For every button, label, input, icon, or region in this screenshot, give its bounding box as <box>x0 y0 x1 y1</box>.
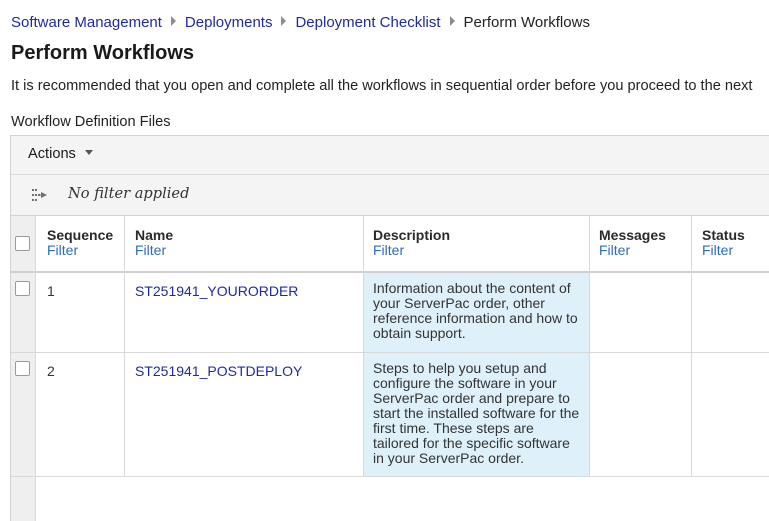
column-divider <box>363 216 364 477</box>
actions-menu-button[interactable]: Actions <box>28 146 93 162</box>
filter-link-description[interactable]: Filter <box>373 242 404 258</box>
column-title-status: Status <box>702 227 745 243</box>
filter-link-sequence[interactable]: Filter <box>47 242 78 258</box>
column-title-name: Name <box>135 227 174 243</box>
intro-text: It is recommended that you open and comp… <box>11 78 753 94</box>
filter-icon[interactable] <box>30 185 52 207</box>
workflow-name-link[interactable]: ST251941_YOURORDER <box>135 283 298 299</box>
column-divider <box>35 216 36 477</box>
column-title-sequence: Sequence <box>47 227 114 243</box>
filter-bar: No filter applied <box>11 175 769 216</box>
select-all-checkbox[interactable] <box>15 236 30 251</box>
table-toolbar: Actions <box>11 136 769 175</box>
breadcrumb-deployments[interactable]: Deployments <box>185 14 273 31</box>
column-divider <box>589 216 590 477</box>
workflow-name-link[interactable]: ST251941_POSTDEPLOY <box>135 363 302 379</box>
column-divider <box>35 477 36 521</box>
workflow-table: Actions No filter applied Sequence Filte… <box>10 135 769 521</box>
column-divider <box>124 216 125 477</box>
filter-status-text: No filter applied <box>68 185 190 202</box>
column-title-messages: Messages <box>599 227 666 243</box>
row-checkbox[interactable] <box>15 281 30 296</box>
sequence-cell: 1 <box>47 283 55 299</box>
breadcrumb-current: Perform Workflows <box>463 14 590 31</box>
sequence-cell: 2 <box>47 363 55 379</box>
page-title: Perform Workflows <box>11 42 194 64</box>
filter-link-messages[interactable]: Filter <box>599 242 630 258</box>
filter-link-name[interactable]: Filter <box>135 242 166 258</box>
chevron-right-icon <box>281 16 287 26</box>
chevron-right-icon <box>170 16 176 26</box>
breadcrumb-software-management[interactable]: Software Management <box>11 14 162 31</box>
select-column-empty <box>11 477 35 521</box>
description-cell: Information about the content of your Se… <box>363 273 589 352</box>
description-text: Steps to help you setup and configure th… <box>373 360 580 466</box>
column-title-description: Description <box>373 227 451 243</box>
filter-link-status[interactable]: Filter <box>702 242 733 258</box>
section-label: Workflow Definition Files <box>11 114 171 130</box>
actions-label: Actions <box>28 146 76 162</box>
description-cell: Steps to help you setup and configure th… <box>363 353 589 476</box>
breadcrumb: Software Management Deployments Deployment… <box>11 14 590 31</box>
column-divider <box>691 216 692 477</box>
description-text: Information about the content of your Se… <box>373 280 578 341</box>
row-checkbox[interactable] <box>15 361 30 376</box>
breadcrumb-deployment-checklist[interactable]: Deployment Checklist <box>295 14 440 31</box>
chevron-right-icon <box>449 16 455 26</box>
chevron-down-icon <box>84 150 93 155</box>
